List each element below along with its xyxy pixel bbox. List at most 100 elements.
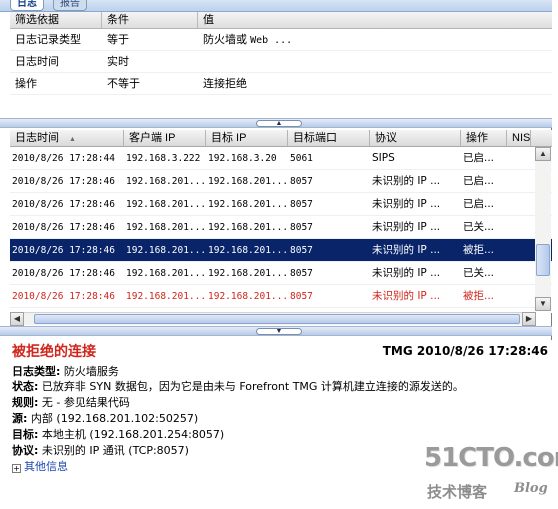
table-row[interactable]: 2010/8/26 17:28:46 192.168.201... 192.168.… — [10, 216, 552, 239]
filter-value: 防火墙或 Web ... — [198, 29, 552, 50]
detail-value: 防火墙服务 — [63, 365, 119, 378]
cell-action: 被拒... — [463, 290, 495, 302]
cell-proto: SIPS — [372, 152, 395, 164]
detail-value: 已放弃非 SYN 数据包，因为它是由未与 Forefront TMG 计算机建立… — [41, 380, 464, 393]
column-dest-port[interactable]: 目标端口 — [288, 130, 370, 146]
column-action[interactable]: 操作 — [461, 130, 507, 146]
more-info-link[interactable]: 其他信息 — [24, 460, 68, 473]
detail-value: 本地主机 (192.168.201.254:8057) — [41, 428, 225, 441]
cell-port: 8057 — [290, 222, 313, 233]
cell-action: 已关... — [463, 221, 495, 233]
cell-proto: 未识别的 IP ... — [372, 221, 441, 233]
filter-field: 日志时间 — [15, 56, 59, 68]
cell-nis — [507, 262, 531, 284]
splitter-top[interactable]: ▲ — [0, 118, 552, 128]
column-client-ip[interactable]: 客户端 IP — [124, 130, 206, 146]
detail-status: 状态: 已放弃非 SYN 数据包，因为它是由未与 Forefront TMG 计… — [12, 378, 464, 394]
cell-client: 192.168.3.222 — [126, 153, 201, 164]
filter-value: 连接拒绝 — [198, 73, 552, 94]
filter-row[interactable]: 操作 不等于 连接拒绝 — [10, 73, 552, 95]
filter-value-text-latin: Web ... — [250, 35, 293, 46]
cell-port: 8057 — [290, 268, 313, 279]
filter-condition: 不等于 — [107, 78, 140, 90]
cell-time: 2010/8/26 17:28:46 — [12, 291, 115, 302]
left-margin — [0, 12, 10, 506]
table-row[interactable]: 2010/8/26 17:28:46 192.168.201... 192.168.… — [10, 285, 552, 308]
filter-row[interactable]: 日志时间 实时 — [10, 51, 552, 73]
details-timestamp: TMG 2010/8/26 17:28:46 — [382, 344, 548, 358]
filter-header: 筛选依据 条件 值 — [10, 12, 552, 29]
watermark-blog: Blog — [514, 481, 548, 496]
splitter-bottom[interactable]: ▼ — [0, 326, 552, 336]
cell-proto: 未识别的 IP ... — [372, 198, 441, 210]
column-nis[interactable]: NIS — [507, 130, 531, 146]
cell-time: 2010/8/26 17:28:46 — [12, 199, 115, 210]
cell-dest: 192.168.3.20 — [208, 153, 277, 164]
cell-port: 8057 — [290, 199, 313, 210]
grid-body: 2010/8/26 17:28:44 192.168.3.222 192.168.3… — [10, 147, 552, 308]
table-row[interactable]: 2010/8/26 17:28:44 192.168.3.222 192.168.3… — [10, 147, 552, 170]
scroll-right-icon[interactable]: ▶ — [522, 312, 536, 326]
filter-value-text: 防火墙或 — [203, 34, 251, 46]
table-row[interactable]: 2010/8/26 17:28:46 192.168.201... 192.168.… — [10, 170, 552, 193]
horizontal-scrollbar[interactable]: ◀ ▶ — [10, 312, 536, 326]
watermark-tech-blog: 技术博客 — [427, 483, 488, 501]
cell-action: 被拒... — [463, 244, 495, 256]
cell-proto: 未识别的 IP ... — [372, 267, 441, 279]
detail-label: 日志类型: — [12, 365, 61, 378]
cell-client: 192.168.201... — [126, 176, 206, 187]
cell-time: 2010/8/26 17:28:46 — [12, 268, 115, 279]
table-row[interactable]: 2010/8/26 17:28:46 192.168.201... 192.168.… — [10, 239, 552, 262]
column-dest-ip[interactable]: 目标 IP — [206, 130, 288, 146]
cell-time: 2010/8/26 17:28:46 — [12, 222, 115, 233]
scroll-down-icon[interactable]: ▼ — [535, 297, 551, 311]
horizontal-scroll-thumb[interactable] — [34, 314, 520, 324]
cell-nis — [507, 193, 531, 215]
detail-rule: 规则: 无 - 参见结果代码 — [12, 394, 130, 410]
filter-criteria-table: 筛选依据 条件 值 日志记录类型 等于 防火墙或 Web ... 日志时间 实时… — [10, 12, 552, 118]
collapse-down-icon[interactable]: ▼ — [256, 328, 302, 335]
cell-nis — [507, 216, 531, 238]
filter-value — [198, 51, 552, 72]
scroll-left-icon[interactable]: ◀ — [10, 312, 24, 326]
log-entries-table: 日志时间 ▲ 客户端 IP 目标 IP 目标端口 协议 操作 NIS 2010/8… — [10, 130, 552, 313]
cell-dest: 192.168.201... — [208, 222, 288, 233]
cell-client: 192.168.201... — [126, 268, 206, 279]
cell-time: 2010/8/26 17:28:46 — [12, 176, 115, 187]
filter-field: 日志记录类型 — [15, 34, 81, 46]
tab-strip: 日志 报告 — [0, 0, 552, 12]
cell-action: 已关... — [463, 267, 495, 279]
table-row[interactable]: 2010/8/26 17:28:46 192.168.201... 192.168.… — [10, 193, 552, 216]
details-title: 被拒绝的连接 — [12, 344, 96, 360]
filter-row[interactable]: 日志记录类型 等于 防火墙或 Web ... — [10, 29, 552, 51]
column-protocol[interactable]: 协议 — [370, 130, 461, 146]
cell-client: 192.168.201... — [126, 222, 206, 233]
filter-header-field[interactable]: 筛选依据 — [10, 12, 102, 28]
detail-protocol: 协议: 未识别的 IP 通讯 (TCP:8057) — [12, 442, 189, 458]
cell-dest: 192.168.201... — [208, 199, 288, 210]
more-info-toggle[interactable]: + 其他信息 — [12, 458, 68, 474]
cell-port: 8057 — [290, 291, 313, 302]
filter-header-value[interactable]: 值 — [198, 12, 552, 28]
detail-label: 源: — [12, 412, 28, 425]
filter-header-condition[interactable]: 条件 — [102, 12, 198, 28]
cell-dest: 192.168.201... — [208, 268, 288, 279]
tab-reports[interactable]: 报告 — [53, 0, 87, 11]
detail-label: 目标: — [12, 428, 39, 441]
detail-destination: 目标: 本地主机 (192.168.201.254:8057) — [12, 426, 224, 442]
vertical-scroll-thumb[interactable] — [536, 244, 550, 276]
scroll-up-icon[interactable]: ▲ — [535, 147, 551, 161]
tab-log[interactable]: 日志 — [10, 0, 44, 11]
cell-time: 2010/8/26 17:28:44 — [12, 153, 115, 164]
cell-port: 5061 — [290, 153, 313, 164]
column-log-time[interactable]: 日志时间 ▲ — [10, 130, 124, 146]
cell-proto: 未识别的 IP ... — [372, 175, 441, 187]
table-row[interactable]: 2010/8/26 17:28:46 192.168.201... 192.168.… — [10, 262, 552, 285]
expand-plus-icon[interactable]: + — [12, 464, 21, 473]
cell-action: 已启... — [463, 198, 495, 210]
cell-nis — [507, 285, 531, 307]
detail-value: 无 - 参见结果代码 — [41, 396, 130, 409]
collapse-up-icon[interactable]: ▲ — [256, 120, 302, 127]
grid-header: 日志时间 ▲ 客户端 IP 目标 IP 目标端口 协议 操作 NIS — [10, 130, 552, 147]
vertical-scrollbar[interactable] — [535, 147, 551, 310]
